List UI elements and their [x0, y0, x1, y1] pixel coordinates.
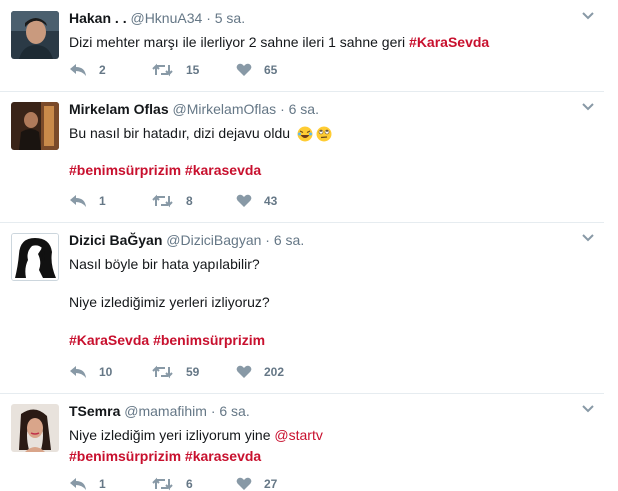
hashtag-link[interactable]: #karasevda: [185, 162, 261, 178]
like-count: 43: [264, 194, 278, 208]
reply-button[interactable]: 1: [69, 477, 106, 491]
retweet-button[interactable]: 8: [152, 194, 193, 208]
hashtag-link[interactable]: #benimsürprizim: [69, 162, 181, 178]
author-name[interactable]: Dizici BaĞyan: [69, 232, 162, 248]
reply-icon: [70, 64, 86, 76]
tweet-text: Niye izlediğim yeri izliyorum yine: [69, 427, 275, 443]
tweet[interactable]: TSemra @mamafihim · 6 sa. Niye izlediğim…: [0, 393, 604, 491]
tweet-text-line: Niye izlediğim yeri izliyorum yine @star…: [69, 425, 574, 445]
tweet-timestamp[interactable]: 6 sa.: [219, 403, 249, 419]
avatar[interactable]: [11, 102, 59, 150]
author-handle[interactable]: @HknuA34: [130, 10, 202, 26]
hashtag-link[interactable]: #benimsürprizim: [153, 332, 265, 348]
mention-link[interactable]: @startv: [274, 427, 322, 443]
laughing-emoji-icon: [297, 126, 313, 142]
tweet-text-line: Bu nasıl bir hatadır, dizi dejavu oldu: [69, 123, 574, 143]
like-count: 27: [264, 477, 278, 491]
tweet-text-line: #KaraSevda #benimsürprizim: [69, 330, 574, 350]
chevron-down-icon[interactable]: [582, 12, 594, 20]
reply-count: 2: [99, 63, 106, 77]
separator-dot: ·: [280, 101, 285, 117]
retweet-icon: [152, 194, 173, 208]
reply-button[interactable]: 2: [69, 63, 106, 77]
retweet-button[interactable]: 6: [152, 477, 193, 491]
tweet-text: Nasıl böyle bir hata yapılabilir?: [69, 256, 260, 272]
tweet-text-line: Nasıl böyle bir hata yapılabilir?: [69, 254, 574, 274]
retweet-icon: [152, 63, 173, 77]
tweet-text: Bu nasıl bir hatadır, dizi dejavu oldu: [69, 125, 291, 141]
separator-dot: ·: [210, 403, 216, 419]
author-handle[interactable]: @mamafihim: [124, 403, 207, 419]
heart-icon: [236, 365, 252, 378]
heart-icon: [236, 194, 252, 207]
retweet-count: 8: [186, 194, 193, 208]
tweet-timestamp[interactable]: 6 sa.: [289, 101, 319, 117]
like-button[interactable]: 202: [236, 365, 284, 379]
author-name[interactable]: Mirkelam Oflas: [69, 101, 169, 117]
avatar[interactable]: [11, 404, 59, 452]
author-name[interactable]: TSemra: [69, 403, 120, 419]
tweet-text-line: #benimsürprizim #karasevda: [69, 446, 574, 466]
retweet-icon: [152, 477, 173, 491]
author-handle[interactable]: @DiziciBagyan: [166, 232, 261, 248]
tweet-timestamp[interactable]: 6 sa.: [274, 232, 304, 248]
like-button[interactable]: 43: [236, 194, 277, 208]
hashtag-link[interactable]: #KaraSevda: [409, 34, 489, 50]
hashtag-link[interactable]: #benimsürprizim: [69, 448, 181, 464]
separator-dot: ·: [206, 10, 211, 26]
chevron-down-icon[interactable]: [582, 405, 594, 413]
reply-icon: [70, 478, 86, 490]
reply-count: 1: [99, 194, 106, 208]
heart-icon: [236, 63, 252, 76]
heart-icon: [236, 477, 252, 490]
avatar[interactable]: [11, 11, 59, 59]
retweet-count: 15: [186, 63, 200, 77]
retweet-count: 6: [186, 477, 193, 491]
author-name[interactable]: Hakan . .: [69, 10, 127, 26]
like-button[interactable]: 65: [236, 63, 277, 77]
hashtag-link[interactable]: #KaraSevda: [69, 332, 149, 348]
tweet[interactable]: Dizici BaĞyan @DiziciBagyan · 6 sa. Nası…: [0, 222, 604, 394]
retweet-count: 59: [186, 365, 200, 379]
reply-icon: [70, 366, 86, 378]
like-button[interactable]: 27: [236, 477, 277, 491]
reply-button[interactable]: 1: [69, 194, 106, 208]
chevron-down-icon[interactable]: [582, 103, 594, 111]
tweet-text-line: Dizi mehter marşı ile ilerliyor 2 sahne …: [69, 32, 574, 52]
like-count: 202: [264, 365, 285, 379]
author-handle[interactable]: @MirkelamOflas: [173, 101, 277, 117]
hashtag-link[interactable]: #karasevda: [185, 448, 261, 464]
reply-button[interactable]: 10: [69, 365, 112, 379]
tweet-text-line: Niye izlediğimiz yerleri izliyoruz?: [69, 292, 574, 312]
rolling-eyes-emoji-icon: [316, 126, 332, 142]
retweet-button[interactable]: 15: [152, 63, 199, 77]
tweet-text: Niye izlediğimiz yerleri izliyoruz?: [69, 294, 270, 310]
tweet[interactable]: Mirkelam Oflas @MirkelamOflas · 6 sa. Bu…: [0, 91, 604, 223]
tweet-text: Dizi mehter marşı ile ilerliyor 2 sahne …: [69, 34, 410, 50]
reply-icon: [70, 195, 86, 207]
like-count: 65: [264, 63, 278, 77]
tweet-feed: Hakan . . @HknuA34 · 5 sa. Dizi mehter m…: [0, 0, 618, 491]
reply-count: 1: [99, 477, 106, 491]
avatar[interactable]: [11, 233, 59, 281]
tweet[interactable]: Hakan . . @HknuA34 · 5 sa. Dizi mehter m…: [0, 0, 604, 92]
tweet-text-line: #benimsürprizim #karasevda: [69, 160, 574, 180]
retweet-button[interactable]: 59: [152, 365, 199, 379]
chevron-down-icon[interactable]: [582, 234, 594, 242]
retweet-icon: [152, 365, 173, 379]
separator-dot: ·: [265, 232, 270, 248]
tweet-timestamp[interactable]: 5 sa.: [215, 10, 245, 26]
reply-count: 10: [99, 365, 113, 379]
